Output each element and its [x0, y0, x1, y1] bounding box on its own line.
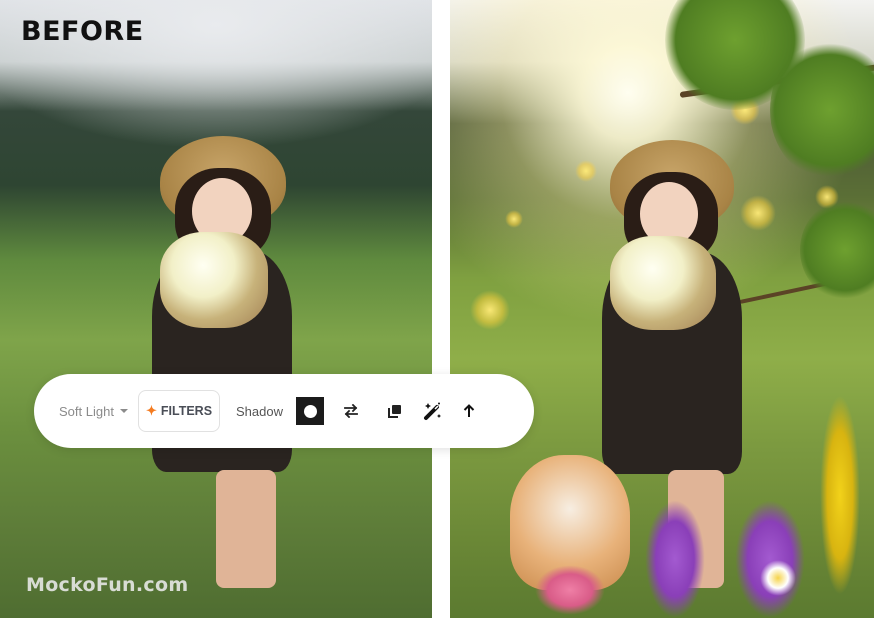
bokeh-light — [740, 195, 776, 231]
white-flower — [760, 560, 796, 596]
magic-wand-button[interactable] — [419, 397, 447, 425]
purple-flowers — [645, 500, 705, 618]
circle-icon — [303, 404, 317, 418]
divider — [432, 0, 450, 618]
bokeh-light — [575, 160, 597, 182]
yellow-flowers — [820, 395, 860, 595]
purple-flowers — [735, 500, 805, 618]
layer-toolbar: Soft Light ✦ FILTERS Shadow — [34, 374, 534, 448]
watermark: MockoFun.com — [26, 574, 189, 596]
sparkle-icon: ✦ — [145, 403, 157, 418]
filters-label: FILTERS — [160, 404, 213, 418]
filters-button[interactable]: ✦ FILTERS — [138, 390, 220, 432]
flip-horizontal-icon — [344, 404, 358, 418]
duplicate-button[interactable] — [381, 397, 409, 425]
bouquet — [610, 236, 716, 330]
blend-mode-value: Soft Light — [59, 403, 114, 419]
arrow-up-icon — [463, 404, 475, 417]
bouquet — [160, 232, 268, 328]
before-label: BEFORE — [21, 16, 144, 47]
before-image: BEFORE MockoFun.com — [0, 0, 432, 618]
pink-flowers — [535, 565, 605, 615]
bring-forward-button[interactable] — [455, 397, 483, 425]
magic-wand-icon — [424, 402, 441, 420]
duplicate-icon — [388, 405, 401, 418]
legs — [216, 470, 276, 588]
leaves — [770, 40, 874, 180]
shadow-button[interactable]: Shadow — [236, 404, 283, 419]
blend-mode-dropdown[interactable]: Soft Light — [59, 404, 128, 419]
bokeh-light — [505, 210, 523, 228]
flip-horizontal-button[interactable] — [337, 397, 365, 425]
bokeh-light — [470, 290, 510, 330]
caret-down-icon — [119, 409, 128, 413]
shadow-color-swatch[interactable] — [296, 397, 324, 425]
after-image: AFTER — [450, 0, 874, 618]
